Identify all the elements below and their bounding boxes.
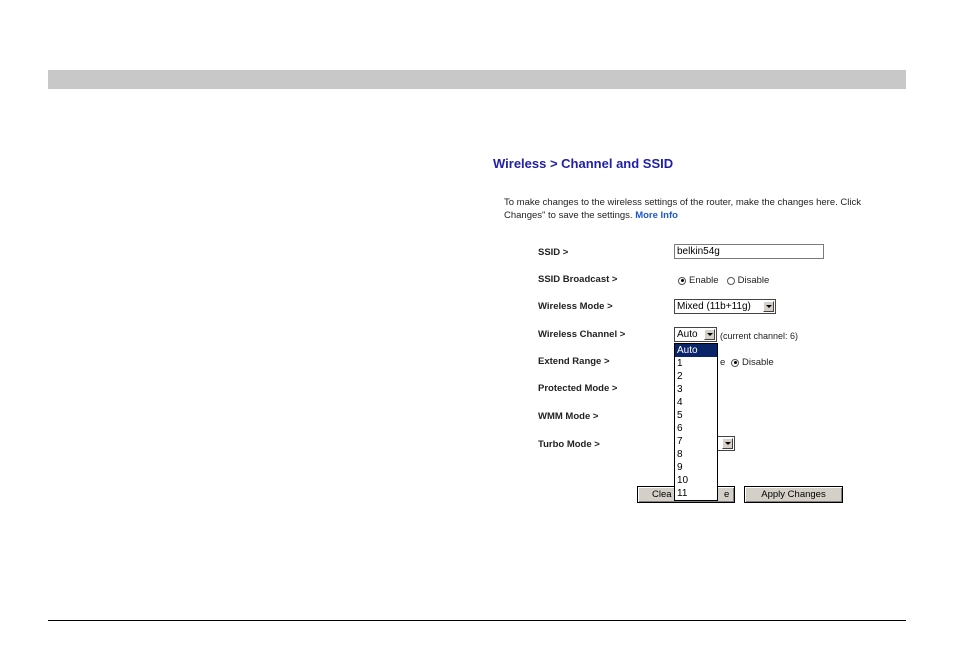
channel-option-5[interactable]: 5	[675, 409, 717, 422]
chevron-down-icon[interactable]	[763, 301, 774, 312]
description-line-2-text: Changes" to save the settings.	[504, 210, 633, 221]
protected-mode-label: Protected Mode >	[538, 383, 618, 394]
channel-option-auto[interactable]: Auto	[675, 344, 717, 357]
ssid-broadcast-label: SSID Broadcast >	[538, 274, 618, 285]
channel-option-10[interactable]: 10	[675, 474, 717, 487]
header-bar	[48, 70, 906, 89]
extend-range-disable-label: Disable	[742, 357, 774, 368]
apply-changes-button[interactable]: Apply Changes	[744, 486, 843, 503]
wireless-mode-label: Wireless Mode >	[538, 301, 613, 312]
extend-range-partial-option: e	[720, 357, 726, 368]
channel-option-4[interactable]: 4	[675, 396, 717, 409]
more-info-link[interactable]: More Info	[635, 210, 678, 221]
chevron-down-icon[interactable]	[722, 438, 733, 449]
channel-option-9[interactable]: 9	[675, 461, 717, 474]
description-line-1: To make changes to the wireless settings…	[504, 197, 861, 208]
turbo-mode-label: Turbo Mode >	[538, 439, 600, 450]
wmm-mode-label: WMM Mode >	[538, 411, 599, 422]
wireless-channel-value: Auto	[677, 329, 698, 340]
wireless-channel-select[interactable]: Auto	[674, 327, 717, 342]
current-channel-note: (current channel: 6)	[720, 331, 799, 341]
ssid-broadcast-radio-group: Enable Disable	[678, 275, 777, 286]
chevron-down-icon[interactable]	[704, 329, 715, 340]
extend-range-label: Extend Range >	[538, 356, 610, 367]
ssid-broadcast-disable-radio[interactable]	[726, 276, 735, 285]
channel-option-2[interactable]: 2	[675, 370, 717, 383]
footer-rule	[48, 620, 906, 621]
channel-option-8[interactable]: 8	[675, 448, 717, 461]
ssid-input[interactable]	[674, 244, 824, 259]
clear-changes-label-left: Clea	[652, 489, 672, 500]
wireless-mode-value: Mixed (11b+11g)	[677, 301, 751, 312]
channel-option-1[interactable]: 1	[675, 357, 717, 370]
ssid-broadcast-enable-label: Enable	[689, 275, 719, 286]
clear-changes-label-right: e	[724, 489, 730, 500]
page-description: To make changes to the wireless settings…	[504, 196, 888, 222]
wireless-mode-select[interactable]: Mixed (11b+11g)	[674, 299, 776, 314]
description-line-2: Changes" to save the settings. More Info	[504, 209, 888, 222]
channel-option-6[interactable]: 6	[675, 422, 717, 435]
channel-option-3[interactable]: 3	[675, 383, 717, 396]
router-settings-panel: Wireless > Channel and SSID To make chan…	[493, 150, 888, 515]
page-title: Wireless > Channel and SSID	[493, 156, 674, 171]
wireless-channel-dropdown-list[interactable]: Auto 1 2 3 4 5 6 7 8 9 10 11	[674, 343, 718, 501]
channel-option-11[interactable]: 11	[675, 487, 717, 500]
ssid-label: SSID >	[538, 247, 569, 258]
extend-range-disable-radio[interactable]	[731, 358, 739, 367]
channel-option-7[interactable]: 7	[675, 435, 717, 448]
ssid-broadcast-disable-label: Disable	[737, 275, 770, 286]
ssid-broadcast-enable-radio[interactable]	[678, 276, 686, 285]
extend-range-disable-group: Disable	[731, 357, 782, 368]
wireless-channel-label: Wireless Channel >	[538, 329, 626, 340]
